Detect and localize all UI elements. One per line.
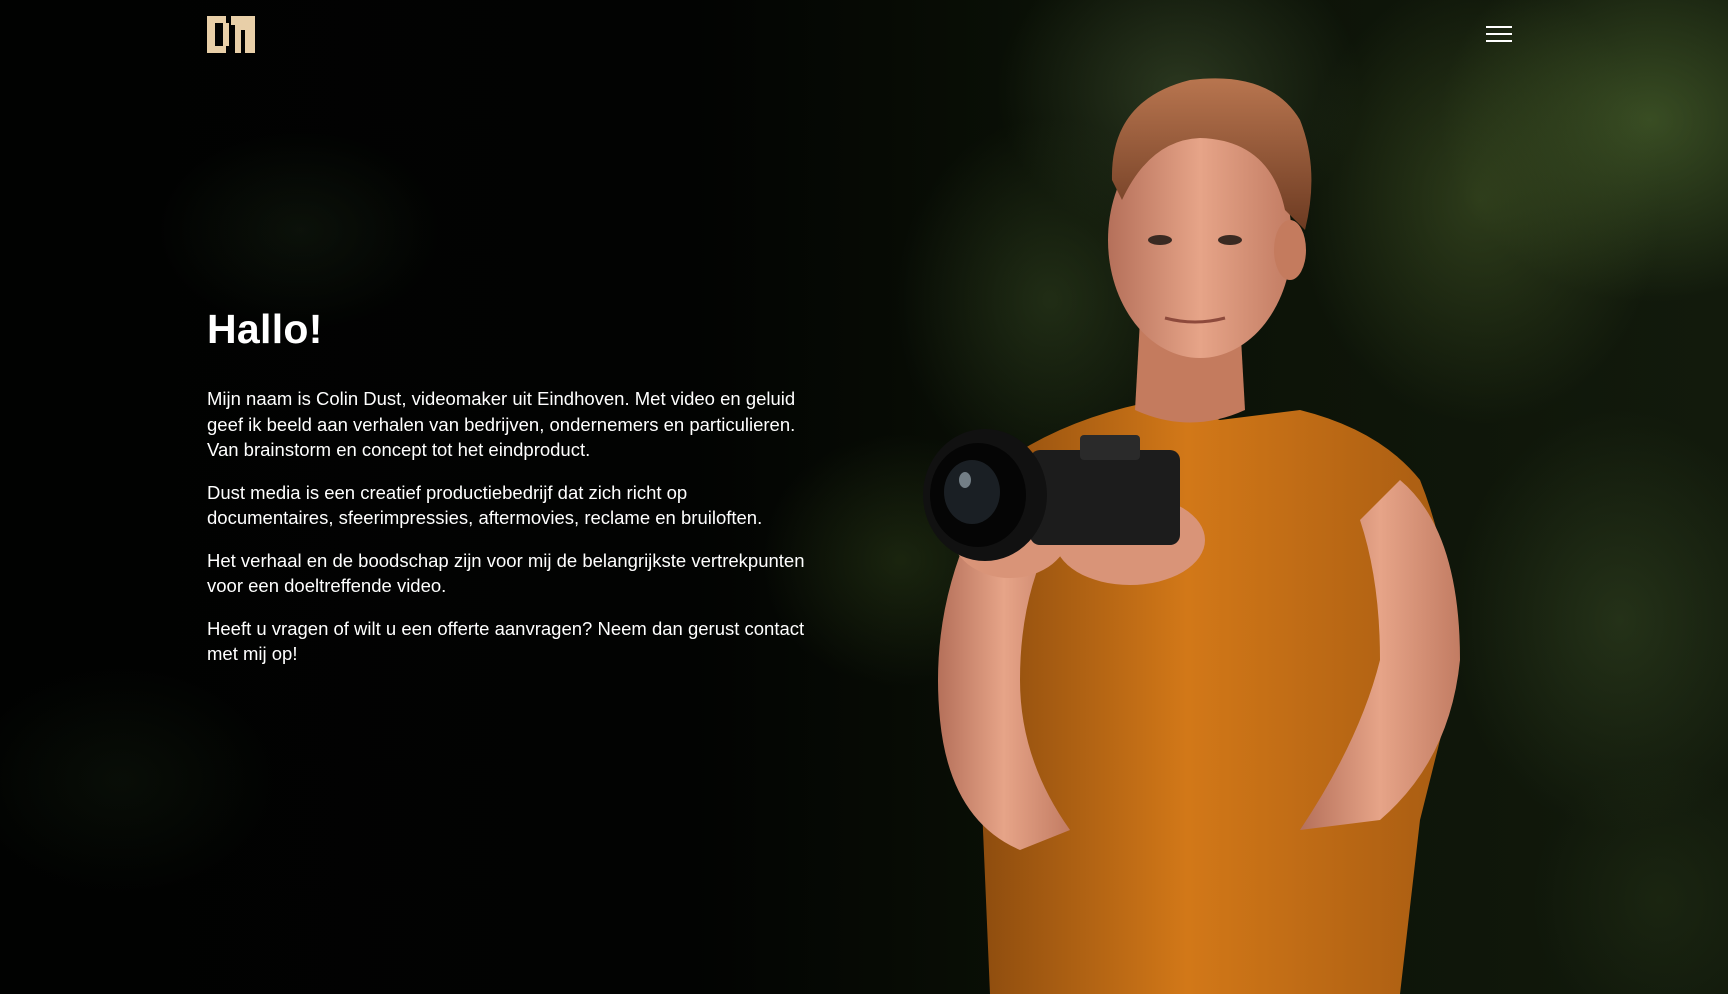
hamburger-menu-icon[interactable] — [1484, 22, 1514, 46]
page-title: Hallo! — [207, 306, 323, 352]
contact-paragraph: Heeft u vragen of wilt u een offerte aan… — [207, 617, 805, 665]
menu-line — [1486, 26, 1512, 28]
story-paragraph: Het verhaal en de boodschap zijn voor mi… — [207, 549, 805, 597]
intro-paragraph: Mijn naam is Colin Dust, videomaker uit … — [207, 388, 796, 460]
portrait-photo — [923, 78, 1460, 994]
intro-section: Hallo! Mijn naam is Colin Dust, videomak… — [207, 300, 817, 684]
menu-line — [1486, 40, 1512, 42]
page: Hallo! Mijn naam is Colin Dust, videomak… — [0, 0, 1728, 994]
logo-icon[interactable] — [207, 16, 255, 53]
menu-line — [1486, 33, 1512, 35]
company-paragraph: Dust media is een creatief productiebedr… — [207, 481, 763, 529]
